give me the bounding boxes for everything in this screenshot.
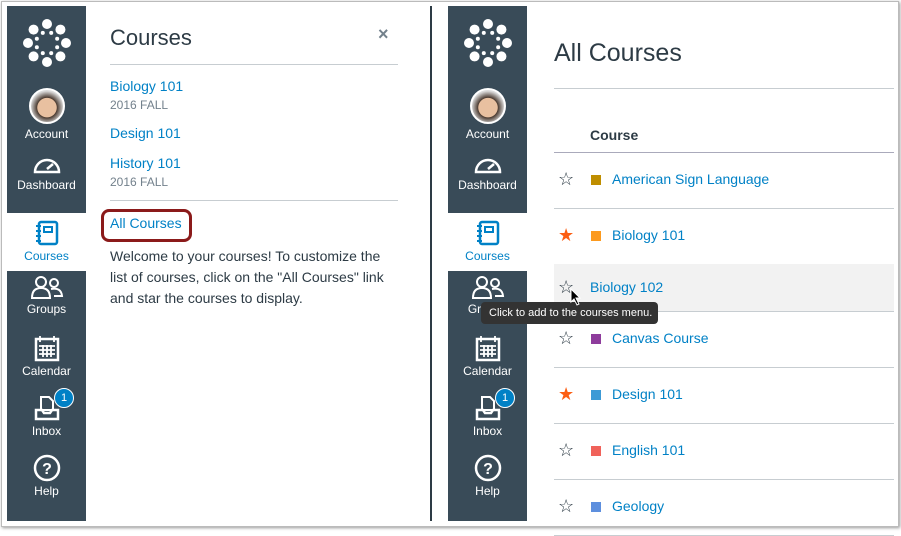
course-link[interactable]: Geology [612, 498, 664, 514]
course-color-swatch [591, 334, 601, 344]
star-outline-icon[interactable]: ☆ [558, 329, 574, 347]
global-nav: Account Dashboard Courses Groups Calendar 1 In… [7, 6, 86, 521]
divider [110, 64, 398, 65]
star-outline-icon[interactable]: ☆ [558, 441, 574, 459]
course-link[interactable]: Biology 101 [612, 227, 685, 243]
course-term: 2016 FALL [110, 98, 169, 112]
course-row: ☆ English 101 [554, 424, 894, 480]
groups-icon [30, 276, 63, 299]
nav-label: Courses [24, 249, 69, 263]
nav-item-dashboard[interactable]: Dashboard [7, 152, 86, 192]
nav-item-dashboard[interactable]: Dashboard [448, 152, 527, 192]
calendar-icon [34, 336, 59, 362]
column-header-course: Course [590, 127, 639, 143]
global-nav: AccountDashboardCoursesGroupsCalendar1In… [448, 6, 527, 521]
divider [110, 200, 398, 201]
course-color-swatch [591, 175, 601, 185]
page-title: All Courses [554, 39, 682, 67]
tray-title: Courses [110, 25, 192, 50]
panel-divider [430, 6, 432, 521]
help-icon: ? [33, 454, 60, 482]
course-row: ★ Biology 101 [554, 209, 894, 265]
help-icon: ? [474, 454, 501, 482]
star-outline-icon[interactable]: ☆ [558, 497, 574, 515]
courses-tray: Courses × Biology 101 2016 FALL Design 1… [86, 6, 426, 521]
nav-label: Inbox [472, 424, 503, 438]
all-courses-page: All Courses Course ☆ American Sign Langua… [530, 6, 896, 536]
welcome-text: Welcome to your courses! To customize th… [110, 248, 384, 306]
svg-text:?: ? [42, 461, 52, 478]
nav-item-groups[interactable]: Groups [7, 274, 86, 316]
groups-icon [471, 276, 504, 299]
course-color-swatch [591, 502, 601, 512]
course-term: 2016 FALL [110, 175, 169, 189]
course-row: ★ Design 101 [554, 368, 894, 424]
avatar [469, 88, 506, 124]
svg-text:?: ? [483, 461, 493, 478]
nav-item-inbox[interactable]: 1 Inbox [448, 388, 527, 438]
nav-label: Help [475, 484, 500, 498]
course-link[interactable]: English 101 [612, 442, 685, 458]
course-color-swatch [591, 446, 601, 456]
tray-course-link[interactable]: Design 101 [110, 125, 181, 141]
nav-label: Calendar [463, 364, 512, 378]
canvas-logo-icon [23, 19, 71, 67]
nav-label: Help [34, 484, 59, 498]
star-outline-icon[interactable]: ☆ [558, 170, 574, 188]
nav-item-courses[interactable]: Courses [448, 213, 527, 271]
tray-course-link[interactable]: Biology 101 [110, 78, 183, 94]
nav-label: Account [465, 127, 510, 141]
unread-badge: 1 [495, 388, 515, 408]
nav-label: Courses [465, 249, 510, 263]
dashboard-icon [33, 158, 60, 174]
nav-label: Inbox [31, 424, 62, 438]
dashboard-icon [474, 158, 501, 174]
nav-item-calendar[interactable]: Calendar [7, 334, 86, 378]
course-row: ☆ American Sign Language [554, 153, 894, 209]
nav-item-courses[interactable]: Courses [7, 213, 86, 271]
nav-item-inbox[interactable]: 1 Inbox [7, 388, 86, 438]
course-link[interactable]: American Sign Language [612, 171, 769, 187]
mouse-cursor-icon [570, 288, 582, 306]
close-icon[interactable]: × [378, 24, 389, 45]
avatar [28, 88, 65, 124]
unread-badge: 1 [54, 388, 74, 408]
course-color-swatch [591, 231, 601, 241]
nav-item-calendar[interactable]: Calendar [448, 334, 527, 378]
nav-label: Account [24, 127, 69, 141]
nav-label: Groups [26, 302, 67, 316]
nav-label: Dashboard [458, 178, 517, 192]
nav-label: Dashboard [17, 178, 76, 192]
nav-item-account[interactable]: Account [7, 88, 86, 141]
tray-course-link[interactable]: History 101 [110, 155, 181, 171]
divider [554, 88, 894, 89]
course-link[interactable]: Design 101 [612, 386, 683, 402]
star-filled-icon[interactable]: ★ [558, 385, 574, 403]
canvas-logo-icon [464, 19, 512, 67]
nav-item-help[interactable]: ? Help [7, 454, 86, 498]
nav-item-help[interactable]: ? Help [448, 454, 527, 498]
all-courses-link[interactable]: All Courses [110, 215, 182, 231]
courses-icon [35, 220, 58, 246]
course-link[interactable]: Canvas Course [612, 330, 709, 346]
star-filled-icon[interactable]: ★ [558, 226, 574, 244]
courses-icon [476, 220, 499, 246]
course-link[interactable]: Biology 102 [590, 279, 663, 295]
calendar-icon [475, 336, 500, 362]
course-color-swatch [591, 390, 601, 400]
nav-item-account[interactable]: Account [448, 88, 527, 141]
course-row: ☆ Geology [554, 480, 894, 536]
nav-label: Calendar [22, 364, 71, 378]
